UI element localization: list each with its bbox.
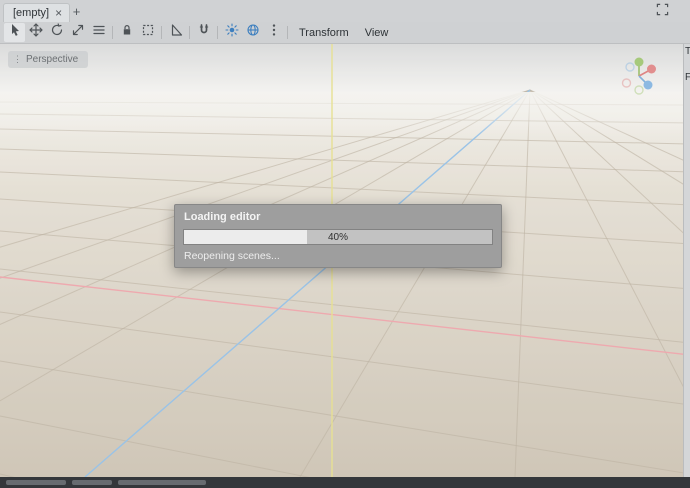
sun-icon — [225, 23, 239, 42]
environment-globe-icon — [246, 23, 260, 42]
toolbar-separator — [112, 26, 113, 39]
view-menu[interactable]: View — [357, 22, 397, 43]
toolbar-separator — [217, 26, 218, 39]
progress-percent-label: 40% — [184, 230, 492, 244]
snap-tool-button[interactable] — [193, 23, 214, 42]
right-dock-label-2[interactable]: Fi — [685, 72, 690, 83]
scale-tool-button[interactable] — [67, 23, 88, 42]
select-tool-icon — [8, 23, 22, 42]
add-tab-button[interactable]: + — [68, 3, 85, 20]
toolbar: Transform View — [0, 22, 690, 44]
ruler-icon — [169, 23, 183, 42]
rotate-tool-button[interactable] — [46, 23, 67, 42]
view-axis-gizmo[interactable] — [617, 54, 661, 98]
group-icon — [141, 23, 155, 42]
toolbar-separator — [161, 26, 162, 39]
snap-magnet-icon — [197, 23, 211, 42]
toolbar-separator — [189, 26, 190, 39]
gizmo-z-positive[interactable] — [644, 81, 653, 90]
move-tool-icon — [29, 23, 43, 42]
gizmo-y-positive[interactable] — [635, 58, 644, 67]
tab-close-icon[interactable]: × — [55, 7, 62, 19]
transform-menu[interactable]: Transform — [291, 22, 357, 43]
move-tool-button[interactable] — [25, 23, 46, 42]
perspective-label: Perspective — [26, 54, 78, 65]
lock-tool-button[interactable] — [116, 23, 137, 42]
progress-bar: 40% — [183, 229, 493, 245]
status-bar — [0, 477, 690, 488]
sun-preview-toggle[interactable] — [221, 23, 242, 42]
lock-icon — [120, 23, 134, 42]
gizmo-negative-axes[interactable] — [623, 63, 644, 94]
scene-tab-label: [empty] — [13, 7, 49, 19]
status-text-blur — [72, 480, 112, 485]
environment-preview-toggle[interactable] — [242, 23, 263, 42]
loading-dialog: Loading editor 40% Reopening scenes... — [174, 204, 502, 268]
list-select-icon — [92, 23, 106, 42]
more-options-button[interactable] — [263, 23, 284, 42]
scale-tool-icon — [71, 23, 85, 42]
right-dock-clipped: Tr Fi — [683, 44, 690, 477]
rotate-tool-icon — [50, 23, 64, 42]
scene-tab[interactable]: [empty] × — [3, 3, 70, 22]
list-select-tool-button[interactable] — [88, 23, 109, 42]
loading-dialog-title: Loading editor — [184, 211, 260, 223]
loading-status-text: Reopening scenes... — [184, 250, 280, 262]
perspective-menu-icon: ⋮ — [13, 54, 22, 65]
gizmo-x-positive[interactable] — [647, 65, 656, 74]
status-text-blur — [118, 480, 206, 485]
expand-icon — [656, 3, 669, 21]
right-dock-label-1[interactable]: Tr — [685, 46, 690, 57]
viewport-3d[interactable]: ⋮ Perspective Loading editor 40% Reopeni… — [0, 44, 683, 477]
group-tool-button[interactable] — [137, 23, 158, 42]
ruler-tool-button[interactable] — [165, 23, 186, 42]
toolbar-separator — [287, 26, 288, 39]
more-options-icon — [267, 23, 281, 42]
perspective-button[interactable]: ⋮ Perspective — [8, 51, 88, 68]
status-text-blur — [6, 480, 66, 485]
select-tool-button[interactable] — [4, 23, 25, 42]
expand-window-button[interactable] — [655, 4, 670, 19]
tab-bar: [empty] × + — [0, 0, 690, 22]
